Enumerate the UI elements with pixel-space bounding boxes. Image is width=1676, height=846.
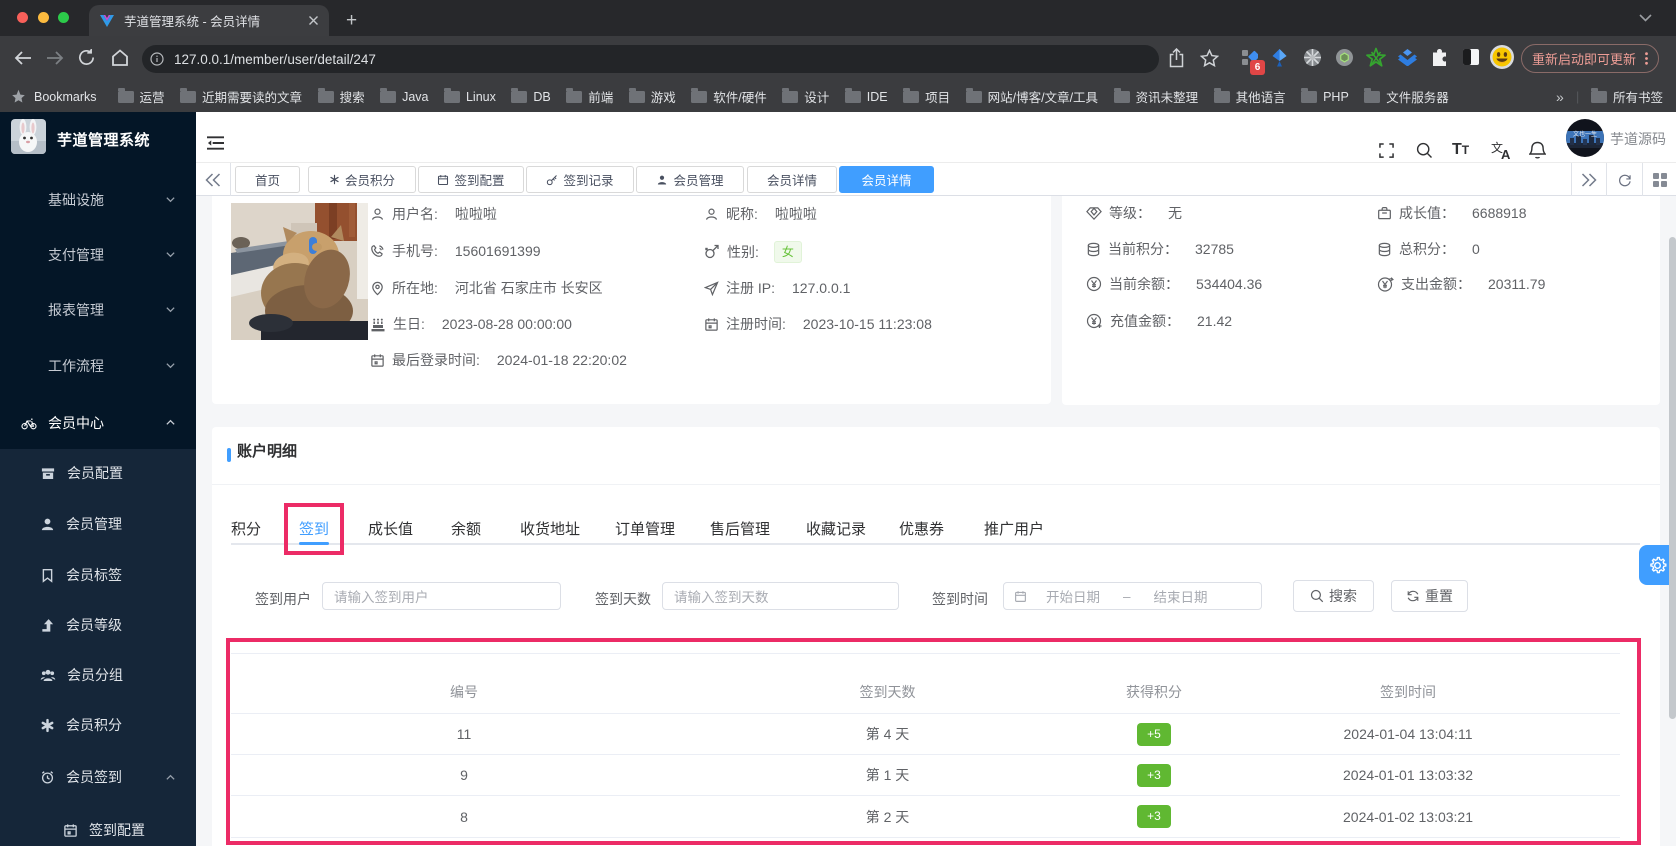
svg-text:文也一生: 文也一生	[1573, 130, 1597, 138]
